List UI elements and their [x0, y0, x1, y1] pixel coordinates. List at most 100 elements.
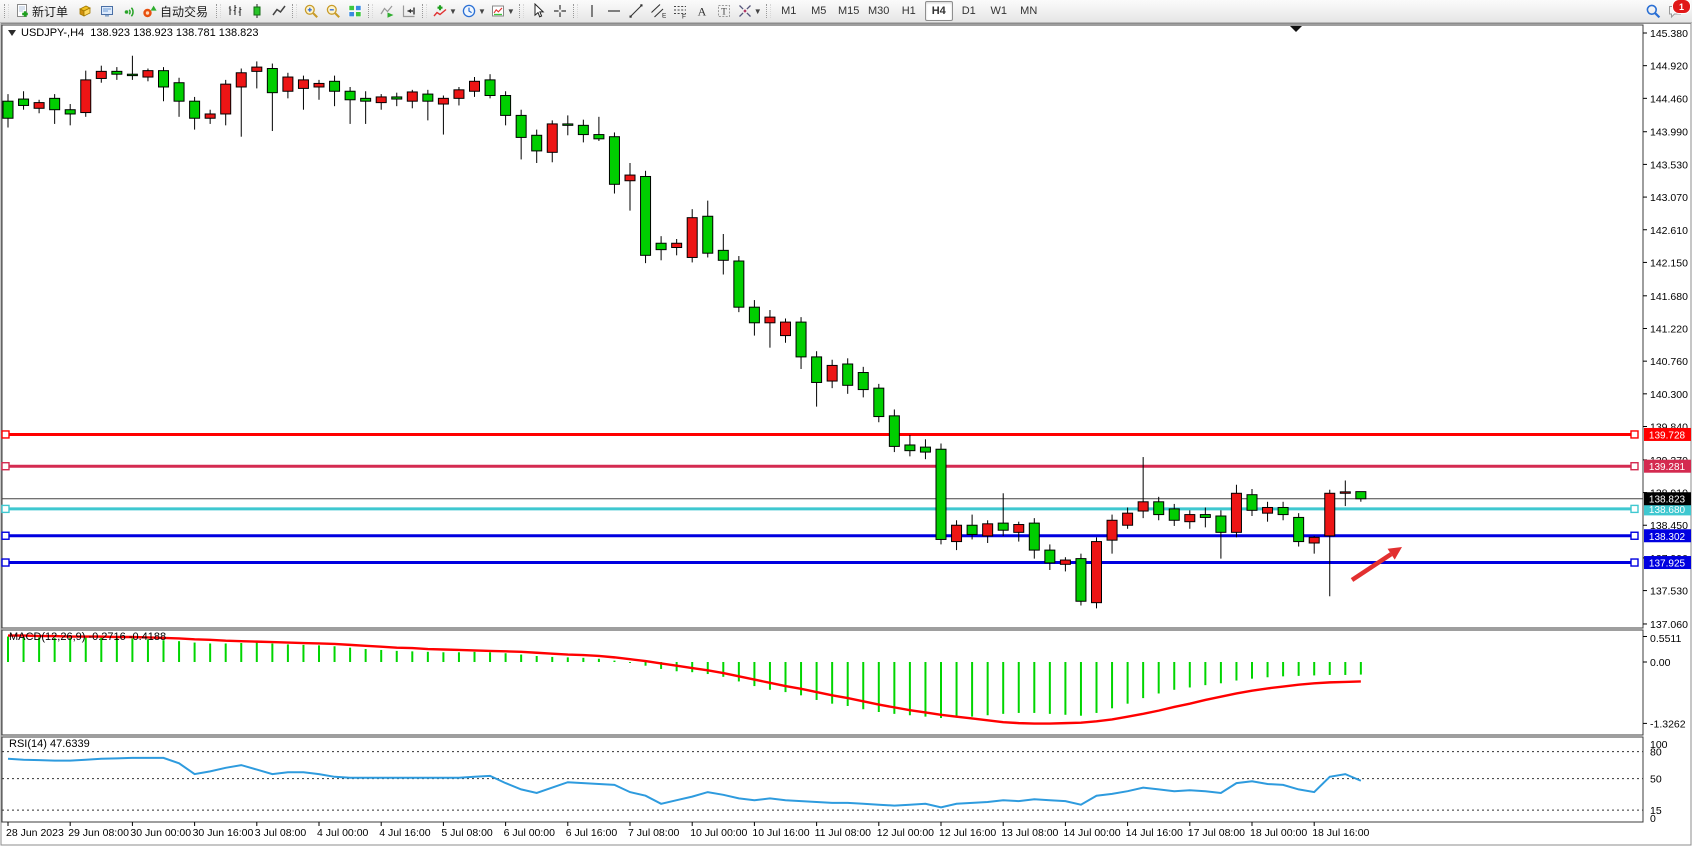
auto-scroll-button[interactable] — [376, 1, 398, 21]
timeframe-mn-button[interactable]: MN — [1015, 1, 1043, 21]
signal-icon — [121, 3, 137, 19]
price-tick-label: 137.060 — [1650, 619, 1688, 631]
new-order-button[interactable]: 新订单 — [12, 1, 74, 21]
hline-handle[interactable] — [1631, 505, 1638, 512]
bid-price-text: 138.823 — [1649, 495, 1686, 506]
channel-tool-button[interactable]: E — [647, 1, 669, 21]
chevron-down-icon[interactable]: ▼ — [449, 7, 457, 16]
macd-tick-label: 0.00 — [1650, 657, 1671, 669]
price-tick-label: 144.460 — [1650, 93, 1688, 105]
notification-badge: 1 — [1672, 0, 1691, 14]
vertical-line-tool-button[interactable] — [581, 1, 603, 21]
trendline-tool-button[interactable] — [625, 1, 647, 21]
mt4-window: 新订单 自动交易 ▼ ▼ ▼ E FAT ▼ M1M5M15M30H1H4D1W1MN 1 145… — [0, 0, 1692, 846]
timeframe-m15-button[interactable]: M15 — [835, 1, 863, 21]
chart-shift-button[interactable] — [398, 1, 420, 21]
chart-profile-button[interactable] — [74, 1, 96, 21]
hline-price-text: 138.680 — [1649, 505, 1686, 516]
market-watch-button[interactable] — [96, 1, 118, 21]
toolbar-grip — [4, 4, 9, 18]
hline-handle[interactable] — [2, 532, 9, 539]
hline-handle[interactable] — [1631, 559, 1638, 566]
date-label: 10 Jul 00:00 — [690, 827, 747, 839]
chartshift-icon — [401, 3, 417, 19]
price-tick-label: 143.530 — [1650, 159, 1688, 171]
main-chart-pane[interactable] — [2, 25, 1643, 628]
tiles-icon — [347, 3, 363, 19]
hline-handle[interactable] — [2, 463, 9, 470]
text-tool-button[interactable]: A — [691, 1, 713, 21]
hline-handle[interactable] — [1631, 532, 1638, 539]
date-label: 18 Jul 00:00 — [1250, 827, 1307, 839]
signals-button[interactable] — [118, 1, 140, 21]
svg-text:E: E — [662, 13, 666, 20]
fibonacci-tool-button[interactable]: F — [669, 1, 691, 21]
hline-handle[interactable] — [1631, 463, 1638, 470]
candlestick-mode-button[interactable] — [246, 1, 268, 21]
macd-tick-label: -1.3262 — [1650, 718, 1686, 730]
toolbar-grip — [292, 4, 297, 18]
crosshair-tool-button[interactable] — [549, 1, 571, 21]
cursor-tool-button[interactable] — [527, 1, 549, 21]
horizontal-line-tool-button[interactable] — [603, 1, 625, 21]
collapse-icon[interactable] — [8, 30, 16, 36]
macd-pane[interactable] — [2, 630, 1643, 735]
toolbar-grip — [766, 4, 771, 18]
rsi-tick-label: 50 — [1650, 774, 1662, 786]
text-label-tool-button[interactable]: T — [713, 1, 735, 21]
date-label: 28 Jun 2023 — [6, 827, 64, 839]
new-order-label: 新订单 — [32, 3, 68, 20]
hline-handle[interactable] — [2, 505, 9, 512]
timeframe-h1-button[interactable]: H1 — [895, 1, 923, 21]
cube-icon — [77, 3, 93, 19]
auto-trading-button[interactable]: 自动交易 — [140, 1, 214, 21]
bar-chart-mode-button[interactable] — [224, 1, 246, 21]
candle — [1092, 537, 1102, 608]
templates-button[interactable]: ▼ — [488, 1, 517, 21]
chevron-down-icon[interactable]: ▼ — [754, 7, 762, 16]
chart-header: USDJPY-,H4 138.923 138.923 138.781 138.8… — [8, 27, 259, 39]
indicator-icon — [432, 3, 448, 19]
shapes-icon — [737, 3, 753, 19]
notifications-button[interactable]: 1 — [1664, 1, 1686, 21]
date-label: 4 Jul 16:00 — [379, 827, 431, 839]
zoom-in-icon — [303, 3, 319, 19]
date-label: 30 Jun 00:00 — [130, 827, 191, 839]
vline-icon — [584, 3, 600, 19]
indicators-button[interactable]: ▼ — [430, 1, 459, 21]
hline-handle[interactable] — [1631, 431, 1638, 438]
timeframe-h4-button[interactable]: H4 — [925, 1, 953, 21]
textT-icon: T — [716, 3, 732, 19]
arrows-tool-button[interactable]: ▼ — [735, 1, 764, 21]
timeframe-d1-button[interactable]: D1 — [955, 1, 983, 21]
auto-trading-label: 自动交易 — [160, 3, 208, 20]
hline-handle[interactable] — [2, 559, 9, 566]
date-label: 6 Jul 00:00 — [504, 827, 556, 839]
toolbar-grip — [573, 4, 578, 18]
periods-button[interactable]: ▼ — [459, 1, 488, 21]
bars-icon — [227, 3, 243, 19]
chart-canvas[interactable]: 145.380144.920144.460143.990143.530143.0… — [0, 0, 1692, 846]
chevron-down-icon[interactable]: ▼ — [478, 7, 486, 16]
cursor-icon — [530, 3, 546, 19]
timeframe-m1-button[interactable]: M1 — [775, 1, 803, 21]
svg-text:F: F — [682, 14, 686, 20]
timeframe-m30-button[interactable]: M30 — [865, 1, 893, 21]
timeframe-m5-button[interactable]: M5 — [805, 1, 833, 21]
hline-handle[interactable] — [2, 431, 9, 438]
candle — [1294, 513, 1304, 546]
zoom-out-button[interactable] — [322, 1, 344, 21]
timeframe-w1-button[interactable]: W1 — [985, 1, 1013, 21]
tile-windows-button[interactable] — [344, 1, 366, 21]
price-tick-label: 137.530 — [1650, 586, 1688, 598]
search-button[interactable] — [1642, 1, 1664, 21]
candle-icon — [249, 3, 265, 19]
zoom-in-button[interactable] — [300, 1, 322, 21]
date-label: 12 Jul 00:00 — [877, 827, 934, 839]
chevron-down-icon[interactable]: ▼ — [507, 7, 515, 16]
candle — [734, 256, 744, 312]
rsi-pane[interactable] — [2, 737, 1643, 822]
rsi-tick-label: 80 — [1650, 747, 1662, 759]
line-chart-mode-button[interactable] — [268, 1, 290, 21]
date-label: 7 Jul 08:00 — [628, 827, 680, 839]
